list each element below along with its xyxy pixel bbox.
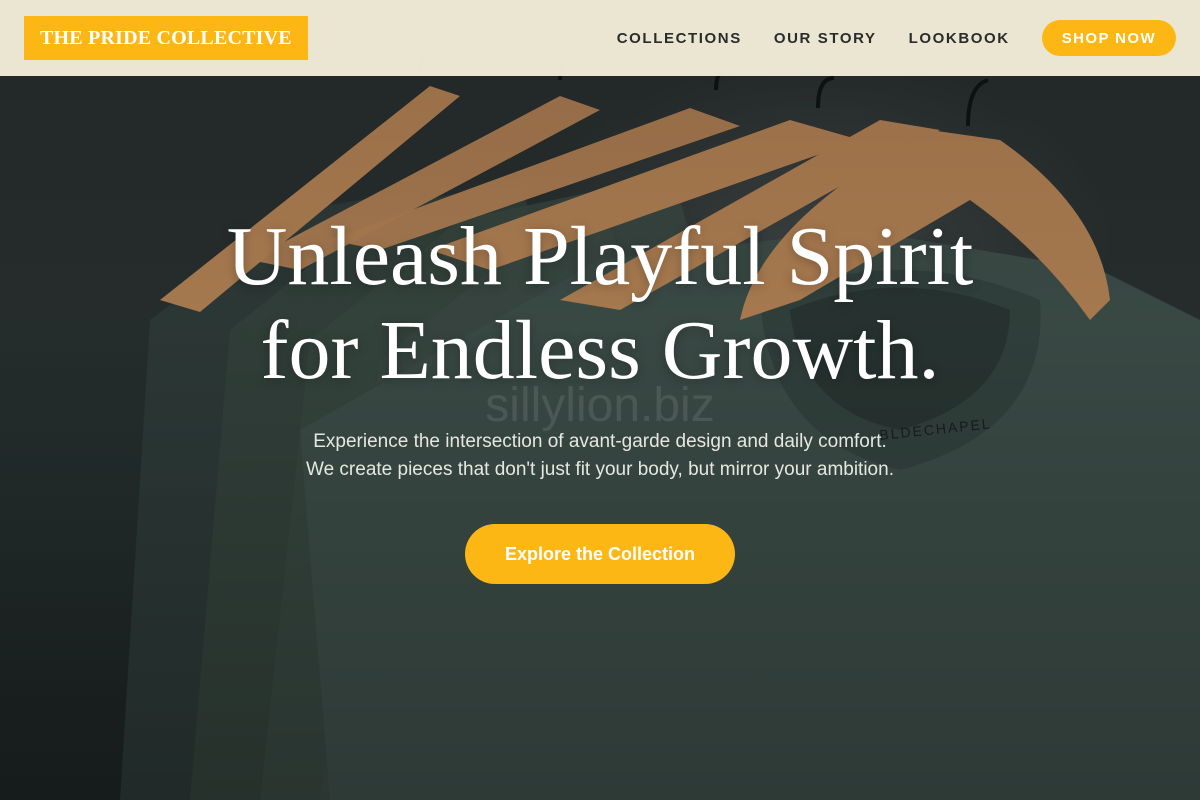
landing-page: BLDECHAPEL THE PRIDE COLLECTIVE COLLECTI…: [0, 0, 1200, 800]
hero-subtitle-line-1: Experience the intersection of avant-gar…: [313, 431, 887, 452]
site-header: THE PRIDE COLLECTIVE COLLECTIONS OUR STO…: [0, 0, 1200, 76]
hero-subtitle-line-2: We create pieces that don't just fit you…: [306, 459, 894, 480]
explore-collection-button[interactable]: Explore the Collection: [464, 524, 736, 584]
hero-title-line-1: Unleash Playful Spirit: [226, 210, 974, 303]
hero-subtitle: Experience the intersection of avant-gar…: [0, 428, 1200, 484]
nav-link-collections[interactable]: COLLECTIONS: [617, 30, 742, 47]
nav-link-lookbook[interactable]: LOOKBOOK: [909, 30, 1010, 47]
hero-title: Unleash Playful Spirit for Endless Growt…: [0, 210, 1200, 398]
brand-logo[interactable]: THE PRIDE COLLECTIVE: [24, 16, 308, 60]
hero-title-line-2: for Endless Growth.: [260, 304, 940, 397]
main-nav: COLLECTIONS OUR STORY LOOKBOOK SHOP NOW: [585, 20, 1176, 56]
shop-now-button[interactable]: SHOP NOW: [1041, 20, 1176, 56]
hero-section: sillylion.biz Unleash Playful Spirit for…: [0, 210, 1200, 584]
nav-link-our-story[interactable]: OUR STORY: [774, 30, 877, 47]
